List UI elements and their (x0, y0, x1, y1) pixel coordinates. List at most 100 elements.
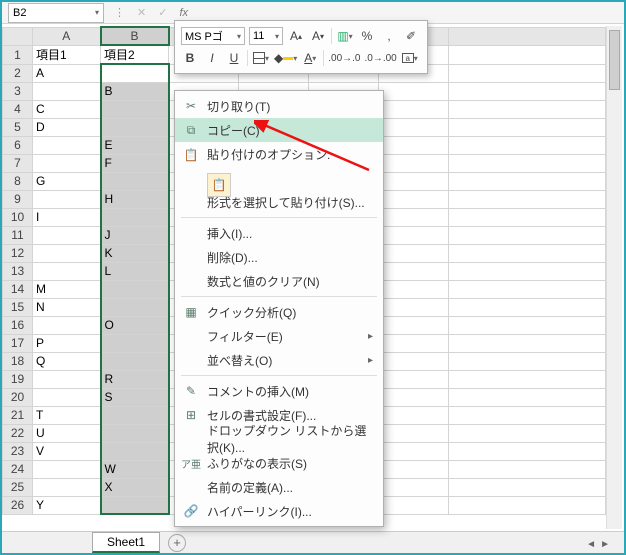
cell[interactable]: V (33, 442, 101, 460)
ctx-copy[interactable]: ⧉ コピー(C) (175, 118, 383, 142)
cell[interactable] (449, 172, 606, 190)
cell[interactable] (379, 82, 449, 100)
hscroll-left-icon[interactable]: ◄ (586, 539, 596, 550)
cell[interactable] (101, 352, 169, 370)
cell[interactable] (33, 370, 101, 388)
cell[interactable] (449, 82, 606, 100)
add-sheet-button[interactable]: + (168, 534, 186, 552)
name-box[interactable]: B2 ▾ (8, 3, 104, 23)
cell[interactable]: H (101, 190, 169, 208)
increase-decimal-icon[interactable]: .0→.00 (365, 49, 397, 67)
row-header[interactable]: 26 (3, 496, 33, 514)
cell[interactable] (379, 172, 449, 190)
font-name-select[interactable]: MS Pゴ ▾ (181, 27, 245, 45)
cell[interactable] (449, 64, 606, 82)
cell[interactable] (449, 262, 606, 280)
cell[interactable] (449, 478, 606, 496)
cell[interactable]: P (33, 334, 101, 352)
cell[interactable] (379, 496, 449, 514)
cell[interactable] (449, 442, 606, 460)
cell[interactable]: 項目1 (33, 45, 101, 64)
ctx-insert-comment[interactable]: ✎ コメントの挿入(M) (175, 379, 383, 403)
cell[interactable]: J (101, 226, 169, 244)
format-painter-icon[interactable]: ✐ (402, 27, 420, 45)
cell[interactable] (449, 190, 606, 208)
col-header-A[interactable]: A (33, 27, 101, 45)
confirm-icon[interactable]: ✓ (158, 6, 167, 19)
cell[interactable] (379, 244, 449, 262)
font-size-select[interactable]: 11 ▾ (249, 27, 283, 45)
ctx-cut[interactable]: ✂ 切り取り(T) (175, 94, 383, 118)
row-header[interactable]: 21 (3, 406, 33, 424)
row-header[interactable]: 22 (3, 424, 33, 442)
cell[interactable] (379, 316, 449, 334)
row-header[interactable]: 13 (3, 262, 33, 280)
cell[interactable] (379, 190, 449, 208)
cell[interactable]: F (101, 154, 169, 172)
font-color-icon[interactable]: A▾ (301, 49, 319, 67)
decrease-font-icon[interactable]: A▾ (309, 27, 327, 45)
row-header[interactable]: 7 (3, 154, 33, 172)
ctx-filter[interactable]: フィルター(E) ▸ (175, 324, 383, 348)
cell[interactable] (379, 100, 449, 118)
row-header[interactable]: 19 (3, 370, 33, 388)
cell[interactable]: I (33, 208, 101, 226)
cell[interactable] (379, 136, 449, 154)
ctx-dropdown-list[interactable]: ドロップダウン リストから選択(K)... (175, 427, 383, 451)
row-header[interactable]: 15 (3, 298, 33, 316)
cell[interactable] (379, 424, 449, 442)
hscroll-right-icon[interactable]: ► (600, 539, 610, 550)
cell[interactable] (101, 208, 169, 226)
row-header[interactable]: 2 (3, 64, 33, 82)
cell[interactable] (449, 154, 606, 172)
cell[interactable] (449, 334, 606, 352)
select-all-corner[interactable] (3, 27, 33, 45)
cell[interactable] (33, 82, 101, 100)
cell[interactable] (449, 136, 606, 154)
cell[interactable] (449, 100, 606, 118)
cell[interactable]: A (33, 64, 101, 82)
row-header[interactable]: 8 (3, 172, 33, 190)
cell[interactable]: O (101, 316, 169, 334)
row-header[interactable]: 23 (3, 442, 33, 460)
col-header-B[interactable]: B (101, 27, 169, 45)
fill-color-icon[interactable]: ◆▾ (274, 49, 297, 67)
cell[interactable] (101, 298, 169, 316)
cell[interactable] (101, 406, 169, 424)
cell[interactable]: S (101, 388, 169, 406)
cell[interactable] (379, 406, 449, 424)
sheet-tab[interactable]: Sheet1 (92, 532, 160, 553)
vertical-scrollbar[interactable] (606, 26, 622, 529)
cell[interactable]: Q (33, 352, 101, 370)
fx-icon[interactable]: fx (179, 7, 188, 19)
cell[interactable] (33, 478, 101, 496)
row-header[interactable]: 1 (3, 45, 33, 64)
ctx-define-name[interactable]: 名前の定義(A)... (175, 475, 383, 499)
cell[interactable]: B (101, 82, 169, 100)
cell[interactable] (101, 118, 169, 136)
cell[interactable] (449, 226, 606, 244)
cell[interactable] (101, 442, 169, 460)
cell[interactable] (449, 424, 606, 442)
cell[interactable] (101, 334, 169, 352)
cell[interactable] (449, 316, 606, 334)
row-header[interactable]: 5 (3, 118, 33, 136)
cell[interactable] (33, 136, 101, 154)
cell[interactable] (379, 334, 449, 352)
cell[interactable] (379, 460, 449, 478)
cell[interactable] (101, 496, 169, 514)
cell[interactable] (449, 280, 606, 298)
cell[interactable] (101, 64, 169, 82)
cell[interactable] (449, 352, 606, 370)
cell[interactable]: R (101, 370, 169, 388)
cell[interactable]: Y (33, 496, 101, 514)
cell[interactable]: U (33, 424, 101, 442)
ctx-hyperlink[interactable]: 🔗 ハイパーリンク(I)... (175, 499, 383, 523)
cell[interactable] (33, 190, 101, 208)
bold-icon[interactable]: B (181, 49, 199, 67)
cell[interactable] (449, 298, 606, 316)
cell[interactable]: N (33, 298, 101, 316)
ctx-sort[interactable]: 並べ替え(O) ▸ (175, 348, 383, 372)
cell[interactable] (379, 280, 449, 298)
cell[interactable] (33, 226, 101, 244)
